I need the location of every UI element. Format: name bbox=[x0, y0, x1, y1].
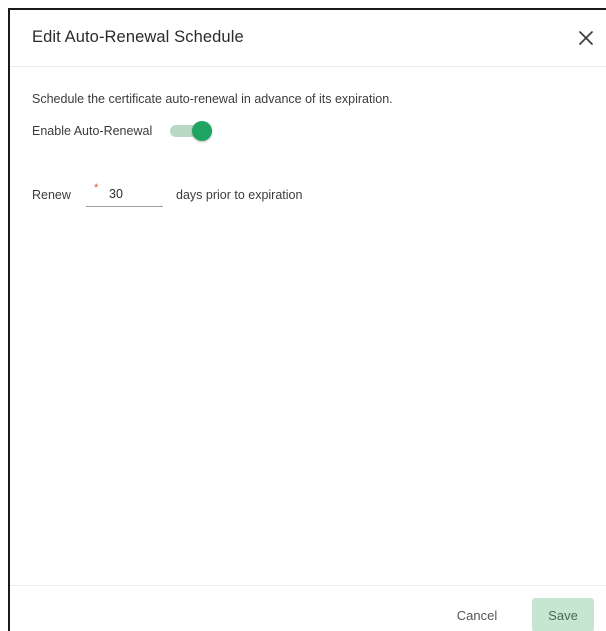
auto-renewal-toggle[interactable] bbox=[170, 120, 213, 142]
auto-renewal-toggle-label: Enable Auto-Renewal bbox=[32, 124, 153, 138]
dialog-footer: Cancel Save bbox=[10, 585, 606, 631]
close-button[interactable] bbox=[572, 24, 600, 52]
required-asterisk: * bbox=[94, 182, 99, 194]
cancel-button[interactable]: Cancel bbox=[442, 598, 512, 631]
schedule-description: Schedule the certificate auto-renewal in… bbox=[32, 92, 393, 106]
toggle-thumb bbox=[192, 121, 213, 141]
close-icon bbox=[579, 31, 593, 45]
dialog-header: Edit Auto-Renewal Schedule bbox=[10, 10, 606, 67]
dialog-title: Edit Auto-Renewal Schedule bbox=[32, 28, 244, 46]
days-prior-label: days prior to expiration bbox=[176, 188, 303, 202]
auto-renewal-toggle-row: Enable Auto-Renewal bbox=[32, 120, 213, 142]
save-button[interactable]: Save bbox=[532, 598, 594, 631]
renew-label: Renew bbox=[32, 188, 71, 202]
edit-auto-renewal-dialog: Edit Auto-Renewal Schedule Schedule the … bbox=[8, 8, 606, 631]
